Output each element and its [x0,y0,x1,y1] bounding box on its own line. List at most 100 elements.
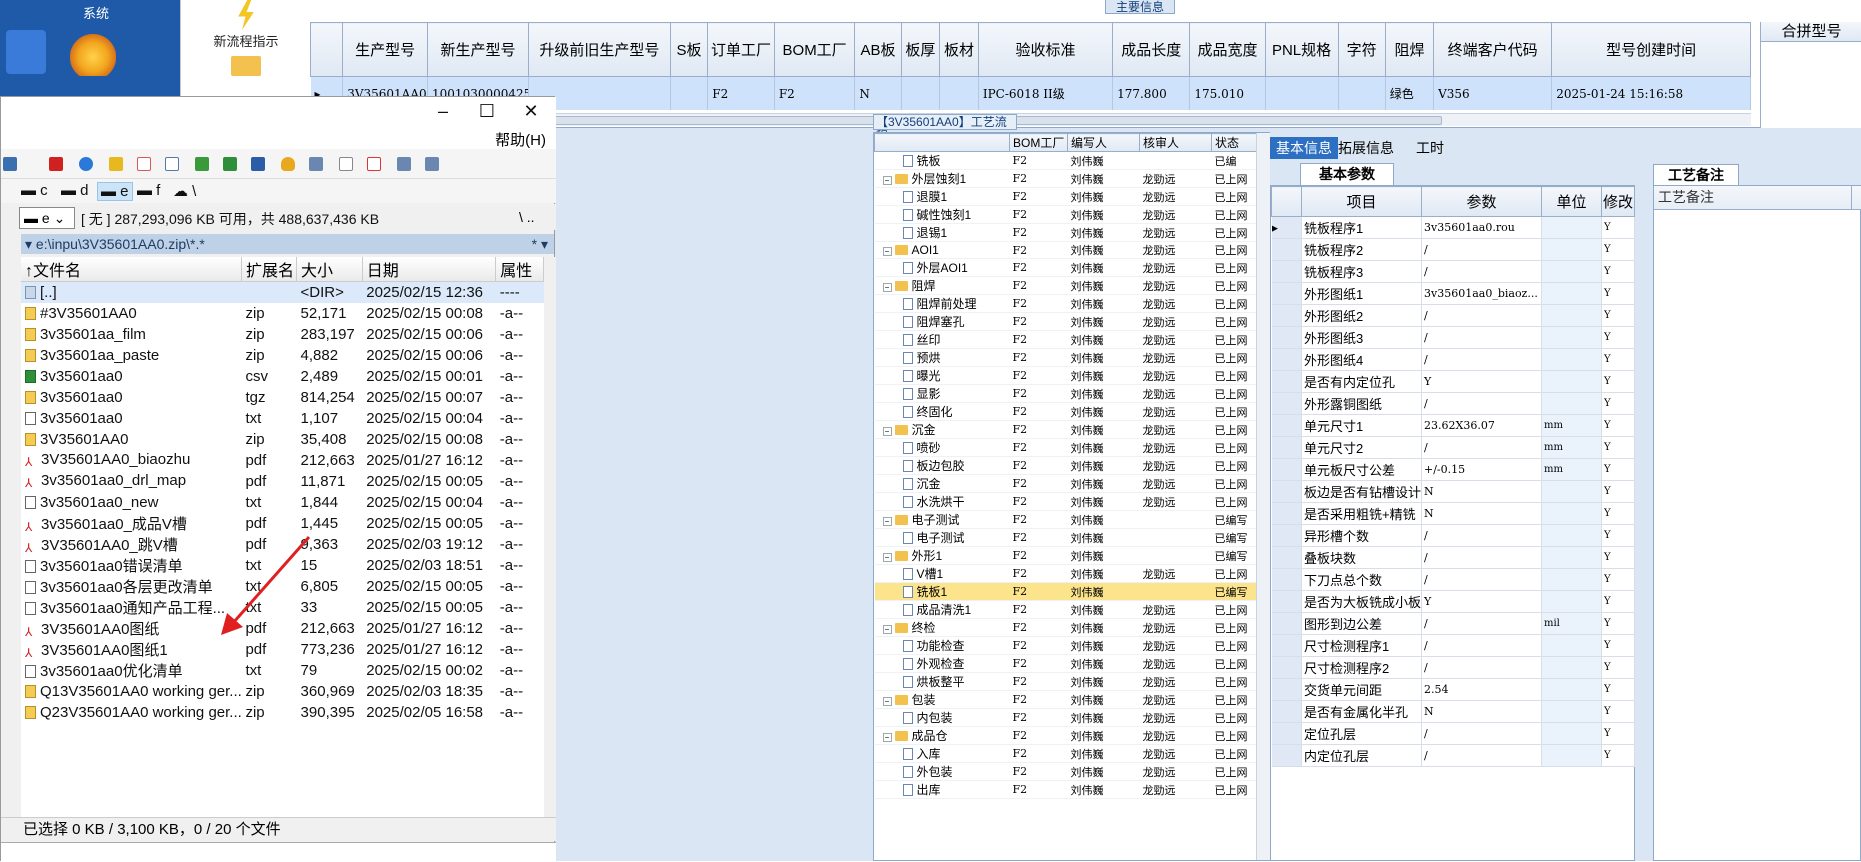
process-row[interactable]: − 成品仓 F2 刘伟巍 龙勁远 已上网 [874,726,1257,745]
basic-param-cell[interactable]: / [1421,326,1542,349]
basic-param-cell[interactable]: 外形露铜图纸 [1301,392,1422,415]
collapse-toggle-icon[interactable]: − [882,247,892,256]
close-button[interactable]: ✕ [509,99,553,125]
process-status-cell[interactable]: 已上网 [1211,744,1257,763]
basic-param-cell[interactable]: 尺寸检测程序1 [1301,634,1422,657]
process-status-cell[interactable]: 已编写 [1211,582,1257,601]
process-status-cell[interactable]: 已上网 [1211,654,1257,673]
product-cell[interactable] [901,76,941,110]
process-row[interactable]: 铣板 F2 刘伟巍 已编 [874,151,1257,170]
basic-param-cell[interactable]: Y [1601,634,1635,657]
file-date-cell[interactable]: 2025/02/15 00:05 [362,471,496,492]
file-ext-cell[interactable]: pdf [241,639,296,660]
basic-param-row[interactable]: 铣板程序2/ Y [1271,238,1635,261]
file-date-cell[interactable]: 2025/02/15 00:05 [362,597,496,618]
font-icon[interactable] [109,157,123,171]
process-row[interactable]: 退锡1 F2 刘伟巍 龙勁远 已上网 [874,223,1257,242]
process-reviewer-cell[interactable]: 龙勁远 [1139,708,1212,727]
file-name-cell[interactable]: ⅄ 3V35601AA0图纸 [21,618,241,639]
file-date-cell[interactable]: 2025/02/15 00:08 [362,429,496,450]
process-status-cell[interactable]: 已上网 [1211,276,1257,295]
process-reviewer-cell[interactable]: 龙勁远 [1139,276,1212,295]
basic-param-cell[interactable] [1541,326,1602,349]
file-attr-cell[interactable]: -a-- [496,345,544,366]
panel2-icon[interactable] [425,157,439,171]
basic-param-cell[interactable]: Y [1601,590,1635,613]
process-row[interactable]: 出库 F2 刘伟巍 龙勁远 已上网 [874,780,1257,799]
file-date-cell[interactable]: 2025/02/15 00:05 [362,576,496,597]
file-attr-cell[interactable]: -a-- [496,450,544,471]
basic-param-cell[interactable] [1541,502,1602,525]
process-status-cell[interactable]: 已上网 [1211,780,1257,799]
process-reviewer-cell[interactable]: 龙勁远 [1139,294,1212,313]
file-date-cell[interactable]: 2025/02/15 12:36 [362,281,496,303]
process-bom-cell[interactable]: F2 [1009,366,1068,385]
process-row[interactable]: 外层AOI1 F2 刘伟巍 龙勁远 已上网 [874,258,1257,277]
process-bom-cell[interactable]: F2 [1009,636,1068,655]
file-row[interactable]: Q23V35601AA0 working ger... zip 390,395 202… [21,702,544,723]
file-row[interactable]: [..] <DIR> 2025/02/15 12:36 ---- [21,281,544,303]
process-row[interactable]: − 终检 F2 刘伟巍 龙勁远 已上网 [874,618,1257,637]
process-reviewer-cell[interactable]: 龙勁远 [1139,780,1212,799]
process-status-cell[interactable]: 已上网 [1211,564,1257,583]
basic-param-cell[interactable]: / [1421,304,1542,327]
basic-param-cell[interactable]: Y [1601,546,1635,569]
process-step-cell[interactable]: 阻焊前处理 [874,294,1010,313]
process-reviewer-cell[interactable] [1139,528,1212,547]
process-bom-cell[interactable]: F2 [1009,546,1068,565]
process-writer-cell[interactable]: 刘伟巍 [1067,241,1140,259]
process-bom-cell[interactable]: F2 [1009,744,1068,763]
basic-param-cell[interactable] [1541,370,1602,393]
process-bom-cell[interactable]: F2 [1009,510,1068,529]
process-reviewer-cell[interactable] [1139,582,1212,601]
basic-param-cell[interactable]: 铣板程序2 [1301,238,1422,261]
process-row[interactable]: 烘板整平 F2 刘伟巍 龙勁远 已上网 [874,672,1257,691]
process-status-cell[interactable]: 已上网 [1211,438,1257,457]
process-row[interactable]: 阻焊塞孔 F2 刘伟巍 龙勁远 已上网 [874,312,1257,331]
process-bom-cell[interactable]: F2 [1009,762,1068,781]
product-cell[interactable]: V356 [1433,76,1553,110]
basic-param-cell[interactable]: / [1421,436,1542,459]
file-size-cell[interactable]: 4,882 [297,345,363,366]
process-reviewer-cell[interactable]: 龙勁远 [1139,726,1212,745]
basic-param-cell[interactable]: Y [1601,370,1635,393]
file-row[interactable]: 3v35601aa0 csv 2,489 2025/02/15 00:01 -a-- [21,366,544,387]
basic-param-row[interactable]: 单元板尺寸公差 +/-0.15 mm Y [1271,458,1635,481]
process-reviewer-cell[interactable]: 龙勁远 [1139,223,1212,242]
basic-param-row[interactable]: 是否有内定位孔 Y Y [1271,370,1635,393]
basic-param-cell[interactable]: Y [1601,656,1635,679]
basic-param-cell[interactable]: 外形图纸2 [1301,304,1422,327]
process-writer-cell[interactable]: 刘伟巍 [1067,348,1140,367]
basic-param-row[interactable]: 外形图纸4/ Y [1271,348,1635,371]
process-bom-cell[interactable]: F2 [1009,420,1068,439]
process-bom-cell[interactable]: F2 [1009,564,1068,583]
file-date-cell[interactable]: 2025/02/03 18:51 [362,555,496,576]
process-bom-cell[interactable]: F2 [1009,276,1068,295]
file-name-cell[interactable]: 3v35601aa0 [21,366,241,387]
file-name-cell[interactable]: 3V35601AA0 [21,429,241,450]
product-col-header[interactable]: 验收标准 [977,21,1114,78]
process-reviewer-cell[interactable]: 龙勁远 [1139,600,1212,619]
process-step-cell[interactable]: 铣板 [874,151,1010,170]
process-writer-cell[interactable]: 刘伟巍 [1067,402,1140,421]
tab-basic-params[interactable]: 基本参数 [1300,163,1394,185]
process-writer-cell[interactable]: 刘伟巍 [1067,169,1140,188]
process-writer-cell[interactable]: 刘伟巍 [1067,528,1140,547]
process-status-cell[interactable]: 已上网 [1211,636,1257,655]
process-reviewer-cell[interactable]: 龙勁远 [1139,366,1212,385]
process-bom-cell[interactable]: F2 [1009,672,1068,691]
process-step-cell[interactable]: − 电子测试 [874,510,1010,529]
basic-param-cell[interactable]: 单元尺寸1 [1301,414,1422,437]
users-icon[interactable] [195,157,209,171]
product-cell[interactable]: N [854,76,902,110]
process-step-cell[interactable]: 入库 [874,744,1010,763]
process-status-cell[interactable]: 已上网 [1211,241,1257,259]
basic-param-cell[interactable] [1541,304,1602,327]
process-writer-cell[interactable]: 刘伟巍 [1067,438,1140,457]
process-reviewer-cell[interactable]: 龙勁远 [1139,258,1212,277]
basic-param-cell[interactable] [1541,678,1602,701]
file-attr-cell[interactable]: -a-- [496,408,544,429]
basic-param-cell[interactable]: 定位孔层 [1301,722,1422,745]
process-row[interactable]: 板边包胶 F2 刘伟巍 龙勁远 已上网 [874,456,1257,475]
process-reviewer-cell[interactable] [1139,510,1212,529]
